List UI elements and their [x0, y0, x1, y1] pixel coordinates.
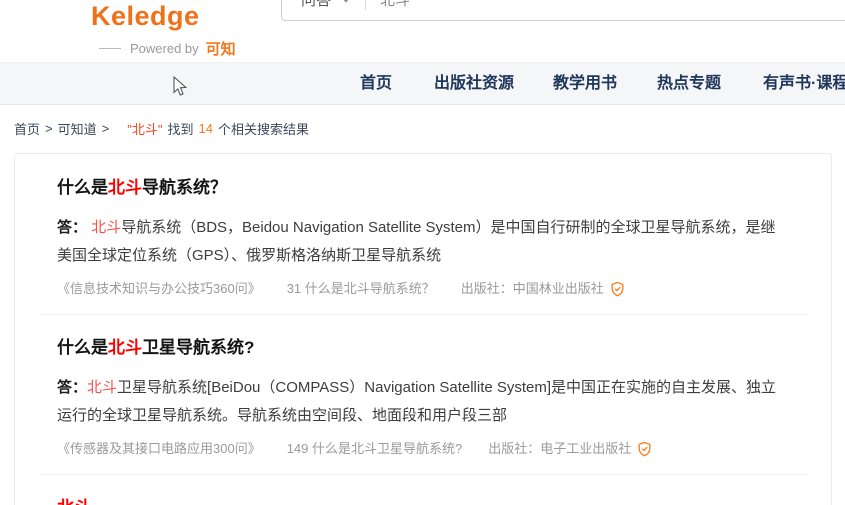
result-title[interactable]: 什么是北斗导航系统？ — [57, 176, 789, 200]
search-divider — [365, 0, 366, 10]
chevron-down-icon — [340, 0, 352, 3]
highlight-term: 北斗 — [108, 338, 142, 357]
answer-label: 答： — [57, 219, 91, 236]
highlight-term: 北斗 — [108, 178, 142, 197]
search-result-card: 什么是北斗卫星导航系统? 答：北斗卫星导航系统[BeiDou（COMPASS）N… — [15, 314, 831, 474]
breadcrumb-home[interactable]: 首页 — [14, 119, 40, 138]
search-category-label: 问答 — [301, 0, 331, 10]
source-chapter-link[interactable]: 149 什么是北斗卫星导航系统? — [287, 440, 463, 458]
nav-item[interactable]: 热点专题 — [657, 63, 721, 106]
result-meta: 《传感器及其接口电路应用300问》 149 什么是北斗卫星导航系统? 出版社：电… — [57, 440, 789, 458]
result-title[interactable]: 什么是北斗卫星导航系统? — [57, 336, 789, 360]
source-book-link[interactable]: 《信息技术知识与办公技巧360问》 — [57, 280, 261, 298]
search-bar[interactable]: 问答 — [281, 0, 845, 21]
tagline-text: Powered by — [130, 41, 199, 56]
tagline-dash — [99, 48, 121, 49]
result-answer: 答： 北斗导航系统（BDS，Beidou Navigation Satellit… — [57, 214, 789, 270]
header: Keledge Powered by 可知 问答 — [0, 0, 845, 62]
search-result-card: 什么是北斗导航系统？ 答： 北斗导航系统（BDS，Beidou Navigati… — [15, 154, 831, 314]
result-count: 14 — [198, 121, 212, 136]
found-text: 找到 — [167, 119, 193, 138]
search-category-dropdown[interactable]: 问答 — [301, 0, 352, 10]
answer-body: 北斗导航系统（BDS，Beidou Navigation Satellite S… — [57, 219, 776, 264]
source-book-link[interactable]: 《传感器及其接口电路应用300问》 — [57, 440, 261, 458]
verified-shield-icon — [610, 281, 625, 297]
mouse-cursor — [173, 76, 188, 97]
breadcrumb-separator: > — [45, 121, 53, 136]
keledge-search-results-page: Keledge Powered by 可知 问答 首页出版社资源教学用书热点专题… — [0, 0, 845, 505]
main-nav: 首页出版社资源教学用书热点专题有声书·课程 — [0, 62, 845, 105]
logo-tagline: Powered by 可知 — [99, 38, 236, 59]
nav-item[interactable]: 首页 — [360, 63, 392, 106]
result-meta: 《信息技术知识与办公技巧360问》 31 什么是北斗导航系统？ 出版社：中国林业… — [57, 280, 789, 298]
breadcrumb: 首页 > 可知道 > "北斗" 找到 14 个相关搜索结果 — [14, 119, 309, 138]
search-term-label: "北斗" — [127, 119, 162, 138]
answer-body: 北斗卫星导航系统[BeiDou（COMPASS）Navigation Satel… — [57, 379, 776, 424]
breadcrumb-section[interactable]: 可知道 — [58, 119, 97, 138]
highlight-term: 北斗 — [57, 498, 91, 505]
source-chapter-link[interactable]: 31 什么是北斗导航系统？ — [287, 280, 435, 298]
publisher-link[interactable]: 出版社：中国林业出版社 — [461, 280, 604, 298]
found-suffix-text: 个相关搜索结果 — [218, 119, 309, 138]
verified-shield-icon — [637, 441, 652, 457]
highlight-term: 北斗 — [87, 379, 117, 396]
result-answer: 答：北斗卫星导航系统[BeiDou（COMPASS）Navigation Sat… — [57, 374, 789, 430]
brand-cn-label: 可知 — [206, 38, 236, 59]
result-title[interactable]: 北斗…… — [57, 496, 789, 505]
highlight-term: 北斗 — [91, 219, 121, 236]
breadcrumb-separator: > — [102, 121, 110, 136]
nav-item[interactable]: 教学用书 — [553, 63, 617, 106]
publisher-link[interactable]: 出版社：电子工业出版社 — [488, 440, 631, 458]
answer-label: 答： — [57, 379, 87, 396]
search-result-card: 北斗…… — [15, 474, 831, 505]
keledge-logo[interactable]: Keledge — [91, 1, 200, 32]
nav-item[interactable]: 出版社资源 — [434, 63, 514, 106]
results-list: 什么是北斗导航系统？ 答： 北斗导航系统（BDS，Beidou Navigati… — [14, 153, 832, 505]
nav-item[interactable]: 有声书·课程 — [763, 63, 845, 106]
search-input[interactable] — [380, 0, 760, 8]
